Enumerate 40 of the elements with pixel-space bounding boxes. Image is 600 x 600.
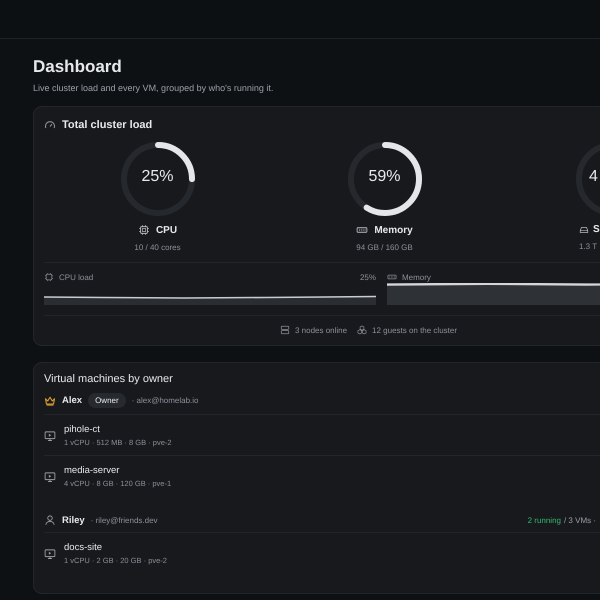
gauge-icon: [44, 119, 56, 131]
chip-icon: [44, 272, 54, 282]
gauge-value: 4: [589, 168, 599, 186]
gauge-value: 25%: [140, 168, 175, 186]
boxes-icon: [357, 325, 368, 335]
crown-icon: [44, 394, 56, 406]
gauge-label: S: [593, 224, 600, 235]
owner-name: Riley: [62, 514, 85, 526]
vm-name[interactable]: docs-site: [64, 542, 167, 553]
footer-stat: 12 guests on the cluster: [372, 326, 457, 334]
trend-reading: 25%: [360, 272, 376, 282]
gauge-value: 59%: [367, 168, 402, 186]
chip-icon: [138, 224, 150, 236]
owner-email: · alex@homelab.io: [132, 396, 198, 405]
vm-name[interactable]: media-server: [64, 465, 172, 476]
trend-label: Memory: [402, 272, 431, 282]
owner-name: Alex: [62, 395, 82, 406]
card-title: Total cluster load: [62, 119, 152, 131]
card-title: Virtual machines by owner: [44, 373, 174, 385]
gauge-detail: 10 / 40 cores: [134, 243, 181, 252]
user-icon: [44, 514, 56, 526]
page-subtitle: Live cluster load and every VM, grouped by who's running it.: [33, 83, 274, 93]
monitor-icon: [44, 470, 56, 482]
memory-icon: [387, 272, 397, 282]
drive-icon: [579, 224, 589, 234]
gauge-detail: 1.3 T: [579, 242, 598, 251]
gauge-label: CPU: [156, 224, 178, 236]
gauge-label: Memory: [374, 224, 413, 236]
server-icon: [280, 325, 290, 335]
role-badge: Owner: [88, 393, 126, 408]
page-title: Dashboard: [33, 57, 123, 77]
vm-name[interactable]: pihole-ct: [64, 424, 172, 435]
vm-total: / 3 VMs ·: [564, 516, 596, 524]
footer-stat: 3 nodes online: [295, 326, 348, 334]
gauge-detail: 94 GB / 160 GB: [356, 243, 413, 252]
monitor-icon: [44, 548, 56, 560]
running-count: 2 running: [528, 516, 561, 524]
trend-label: CPU load: [59, 272, 94, 282]
monitor-icon: [44, 430, 56, 442]
owner-email: · riley@friends.dev: [90, 516, 158, 524]
